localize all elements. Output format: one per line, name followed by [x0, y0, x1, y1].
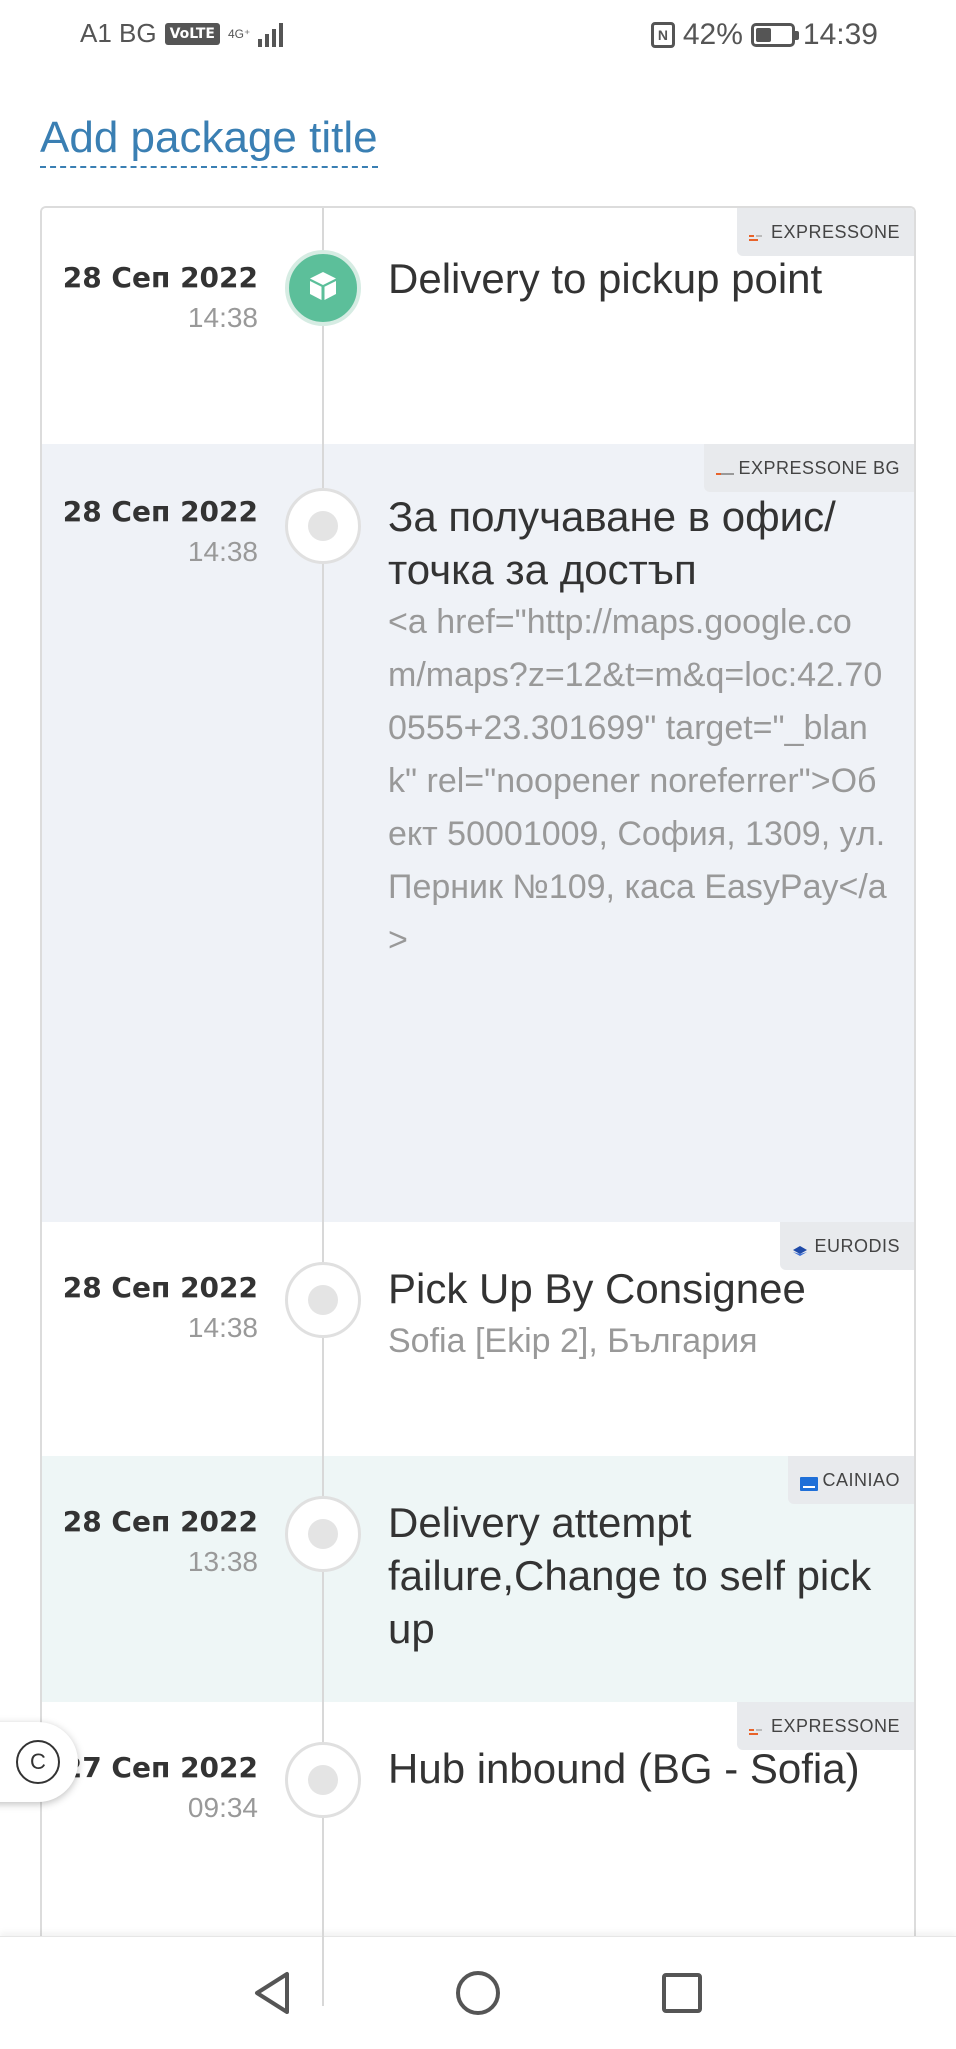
timeline-node [285, 1262, 361, 1338]
event-date: 28 Сеп 2022 [62, 261, 258, 294]
event-description: Sofia [Ekip 2], България [388, 1322, 758, 1360]
event-datetime: 28 Сеп 2022 13:38 [42, 1502, 258, 1582]
cainiao-logo-icon [800, 1475, 819, 1491]
home-button[interactable] [448, 1963, 508, 2023]
expressone-logo-icon [748, 1721, 763, 1735]
nfc-icon: N [650, 22, 675, 48]
timeline-node [285, 1496, 361, 1572]
status-left: A1 BG VoLTE 4G⁺ [80, 18, 284, 49]
carrier-name: EXPRESSONE [770, 221, 900, 242]
carrier-name: A1 BG [80, 18, 157, 48]
event-content: За получаване в офис/ точка за достъп <a… [388, 490, 888, 967]
tracking-timeline: EXPRESSONE 28 Сеп 2022 14:38 Delivery to… [40, 206, 916, 2006]
carrier-badge: EXPRESSONE BG [704, 444, 914, 492]
node-dot [308, 1285, 338, 1315]
event-datetime: 28 Сеп 2022 14:38 [42, 1268, 258, 1348]
timeline-node [285, 1742, 361, 1818]
event-datetime: 28 Сеп 2022 14:38 [42, 258, 258, 338]
carrier-name: CAINIAO [822, 1469, 900, 1490]
event-time: 13:38 [187, 1546, 258, 1577]
carrier-badge: EXPRESSONE [736, 1702, 914, 1750]
volte-badge: VoLTE [164, 22, 220, 45]
timeline-line [322, 208, 324, 2006]
floating-side-button[interactable]: C [0, 1722, 78, 1802]
system-navigation-bar [0, 1936, 956, 2049]
node-dot [308, 1765, 338, 1795]
timeline-event: EURODIS 28 Сеп 2022 14:38 Pick Up By Con… [42, 1222, 914, 1456]
status-right: N 42% 14:39 [650, 18, 878, 52]
carrier-badge: EURODIS [780, 1222, 914, 1270]
battery-percent: 42% [682, 18, 743, 51]
carrier-name: EURODIS [814, 1235, 900, 1256]
network-type: 4G⁺ [228, 26, 251, 41]
event-time: 09:34 [187, 1792, 258, 1823]
event-time: 14:38 [187, 302, 258, 333]
expressone-logo-icon [748, 227, 763, 241]
battery-icon [750, 23, 799, 47]
timeline-event: CAINIAO 28 Сеп 2022 13:38 Delivery attem… [42, 1456, 914, 1702]
event-title: За получаване в офис/ точка за достъп [388, 493, 836, 593]
timeline-node-active [285, 250, 361, 326]
event-date: 28 Сеп 2022 [62, 1271, 258, 1304]
node-dot [308, 511, 338, 541]
carrier-name: EXPRESSONE [770, 1715, 900, 1736]
timeline-event: EXPRESSONE 28 Сеп 2022 14:38 Delivery to… [42, 208, 914, 444]
event-datetime: 28 Сеп 2022 14:38 [42, 492, 258, 572]
recents-square-icon [662, 1973, 702, 2013]
home-circle-icon [456, 1971, 500, 2015]
carrier-badge: EXPRESSONE [736, 208, 914, 256]
floating-button-label: C [16, 1740, 60, 1784]
package-icon [306, 269, 340, 308]
event-content: Delivery to pickup point [388, 252, 888, 305]
event-content: Delivery attempt failure,Change to self … [388, 1496, 888, 1655]
timeline-node [285, 488, 361, 564]
event-content: Pick Up By Consignee Sofia [Ekip 2], Бъл… [388, 1262, 888, 1368]
clock: 14:39 [802, 18, 878, 51]
carrier-name: EXPRESSONE BG [738, 457, 900, 478]
carrier-badge: CAINIAO [788, 1456, 914, 1504]
event-title: Delivery attempt failure,Change to self … [388, 1499, 872, 1652]
timeline-event: EXPRESSONE BG 28 Сеп 2022 14:38 За получ… [42, 444, 914, 1222]
recents-button[interactable] [652, 1963, 712, 2023]
signal-icon [258, 21, 284, 47]
back-button[interactable] [244, 1963, 304, 2023]
back-triangle-icon [255, 1972, 289, 2014]
event-date: 28 Сеп 2022 [62, 495, 258, 528]
event-title: Delivery to pickup point [388, 255, 823, 302]
add-package-title-link[interactable]: Add package title [40, 112, 378, 168]
node-dot [308, 1519, 338, 1549]
expressone-bg-logo-icon [716, 463, 735, 475]
status-bar: A1 BG VoLTE 4G⁺ N 42% 14:39 [0, 0, 956, 70]
event-time: 14:38 [187, 536, 258, 567]
event-date: 28 Сеп 2022 [62, 1505, 258, 1538]
event-description: <a href="http://maps.google.com/maps?z=1… [388, 603, 887, 959]
event-time: 14:38 [187, 1312, 258, 1343]
eurodis-logo-icon [792, 1241, 808, 1256]
